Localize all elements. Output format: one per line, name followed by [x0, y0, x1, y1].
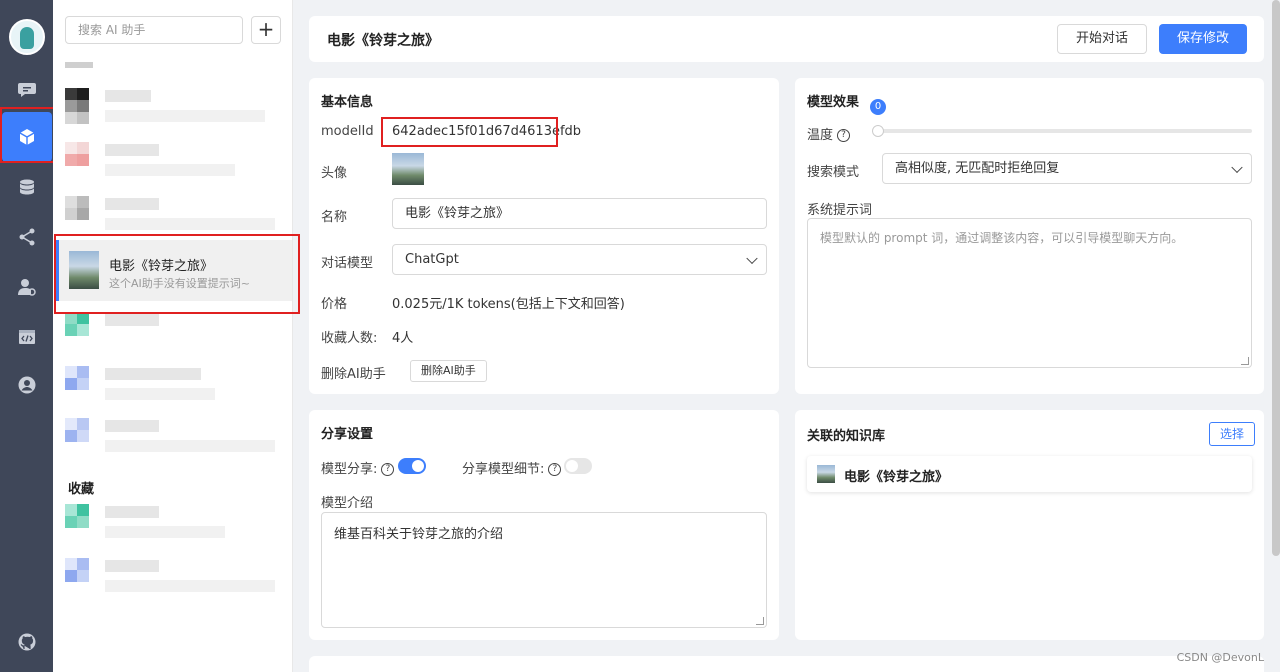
help-icon[interactable]: ?	[548, 463, 562, 476]
knowledge-item-title: 电影《铃芽之旅》	[844, 470, 949, 485]
intro-textarea[interactable]: 维基百科关于铃芽之旅的介绍	[321, 512, 767, 628]
basic-info-title: 基本信息	[321, 95, 374, 110]
chat-model-value: ChatGpt	[405, 252, 459, 267]
selected-assistant-item[interactable]: 电影《铃芽之旅》 这个AI助手没有设置提示词~	[56, 240, 292, 301]
model-effect-title: 模型效果	[807, 95, 860, 110]
select-knowledge-button[interactable]: 选择	[1209, 422, 1256, 446]
user-settings-icon[interactable]	[0, 262, 53, 312]
temperature-slider[interactable]	[877, 129, 1252, 133]
database-icon[interactable]	[0, 162, 53, 212]
model-share-label: 模型分享:?	[321, 458, 395, 477]
list-item[interactable]	[65, 366, 283, 408]
share-detail-label: 分享模型细节:?	[462, 458, 562, 477]
watermark: CSDN @DevonL	[1176, 651, 1264, 664]
code-icon[interactable]	[0, 312, 53, 362]
list-item[interactable]	[65, 504, 283, 546]
page-title: 电影《铃芽之旅》	[327, 33, 439, 49]
share-settings-card: 分享设置 模型分享:? 分享模型细节:? 模型介绍 维基百科关于铃芽之旅的介绍	[309, 410, 779, 640]
system-prompt-textarea[interactable]: 模型默认的 prompt 词，通过调整该内容，可以引导模型聊天方向。	[807, 218, 1252, 368]
toggle-knob	[566, 460, 578, 472]
add-assistant-button[interactable]: +	[251, 16, 281, 44]
name-input[interactable]: 电影《铃芽之旅》	[392, 198, 767, 229]
chevron-down-icon	[746, 252, 758, 264]
avatar[interactable]	[392, 153, 424, 185]
scrollbar[interactable]	[1272, 0, 1280, 556]
name-label: 名称	[321, 210, 348, 225]
chevron-down-icon	[1231, 161, 1243, 173]
temperature-label: 温度?	[807, 124, 851, 143]
system-prompt-label: 系统提示词	[807, 203, 873, 218]
nav-rail	[0, 0, 53, 672]
temperature-label-text: 温度	[807, 128, 834, 143]
search-mode-value: 高相似度, 无匹配时拒绝回复	[895, 161, 1060, 176]
chat-model-select[interactable]: ChatGpt	[392, 244, 767, 275]
account-icon[interactable]	[0, 360, 53, 410]
model-id-label: modelId	[321, 124, 374, 139]
model-share-toggle[interactable]	[398, 458, 426, 474]
delete-assistant-button[interactable]: 删除AI助手	[410, 360, 487, 382]
temperature-slider-handle[interactable]	[872, 125, 884, 137]
page-header: 电影《铃芽之旅》 开始对话 保存修改	[309, 16, 1264, 62]
price-value: 0.025元/1K tokens(包括上下文和回答)	[392, 297, 625, 312]
search-input[interactable]: 搜索 AI 助手	[65, 16, 243, 44]
list-item[interactable]	[65, 196, 283, 238]
next-card	[309, 656, 1264, 672]
list-item[interactable]	[65, 558, 283, 600]
model-effect-card: 模型效果 温度? 0 搜索模式 高相似度, 无匹配时拒绝回复 系统提示词 模型默…	[795, 78, 1264, 394]
share-detail-toggle[interactable]	[564, 458, 592, 474]
intro-label: 模型介绍	[321, 496, 374, 511]
avatar-label: 头像	[321, 166, 348, 181]
favorites-count-label: 收藏人数:	[321, 331, 378, 346]
assistant-avatar	[69, 251, 99, 289]
assistant-list: 搜索 AI 助手 + 电影《铃芽之旅》 这个AI助手没有设置提示词~ 收藏	[53, 0, 293, 672]
favorites-count-value: 4人	[392, 331, 414, 346]
resize-handle[interactable]	[756, 617, 764, 625]
system-prompt-placeholder: 模型默认的 prompt 词，通过调整该内容，可以引导模型聊天方向。	[820, 231, 1184, 245]
list-item[interactable]	[65, 418, 283, 460]
assistant-title: 电影《铃芽之旅》	[109, 259, 214, 274]
github-icon[interactable]	[0, 617, 53, 667]
price-label: 价格	[321, 297, 348, 312]
search-mode-label: 搜索模式	[807, 165, 860, 180]
help-icon[interactable]: ?	[381, 463, 395, 476]
resize-handle[interactable]	[1241, 357, 1249, 365]
help-icon[interactable]: ?	[837, 129, 851, 142]
robot-avatar-icon[interactable]	[9, 19, 45, 55]
model-id-value: 642adec15f01d67d4613efdb	[392, 124, 582, 139]
list-item[interactable]	[65, 88, 283, 130]
knowledge-base-card: 关联的知识库 选择 电影《铃芽之旅》	[795, 410, 1264, 640]
temperature-value: 0	[870, 99, 886, 115]
share-icon[interactable]	[0, 212, 53, 262]
basic-info-card: 基本信息 modelId 642adec15f01d67d4613efdb 头像…	[309, 78, 779, 394]
chat-model-label: 对话模型	[321, 256, 374, 271]
share-settings-title: 分享设置	[321, 427, 374, 442]
start-chat-button[interactable]: 开始对话	[1057, 24, 1148, 54]
save-button[interactable]: 保存修改	[1159, 24, 1248, 54]
knowledge-thumb	[817, 465, 835, 483]
favorites-section-label: 收藏	[68, 482, 95, 497]
knowledge-base-title: 关联的知识库	[807, 429, 886, 444]
list-item[interactable]	[65, 142, 283, 184]
list-item[interactable]	[65, 312, 283, 354]
delete-label: 删除AI助手	[321, 367, 386, 382]
toggle-knob	[412, 460, 424, 472]
knowledge-item[interactable]: 电影《铃芽之旅》	[807, 456, 1252, 492]
chat-icon[interactable]	[0, 64, 53, 114]
cube-icon[interactable]	[2, 112, 52, 162]
share-detail-label-text: 分享模型细节:	[462, 462, 545, 477]
model-share-label-text: 模型分享:	[321, 462, 378, 477]
search-mode-select[interactable]: 高相似度, 无匹配时拒绝回复	[882, 153, 1252, 184]
assistant-subtitle: 这个AI助手没有设置提示词~	[109, 277, 250, 290]
intro-value: 维基百科关于铃芽之旅的介绍	[334, 527, 504, 542]
